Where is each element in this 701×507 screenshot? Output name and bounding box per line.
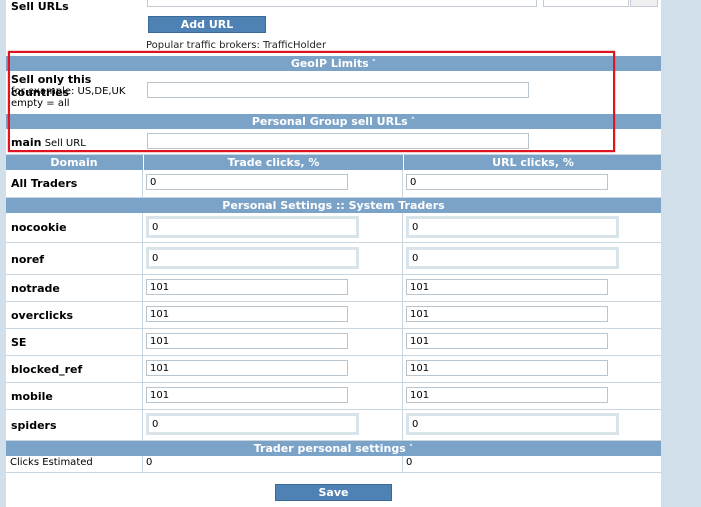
- table-row: spiders: [6, 410, 661, 441]
- row-label: notrade: [11, 282, 60, 295]
- all-traders-row: All Traders: [6, 170, 661, 198]
- url-clicks-input[interactable]: [406, 279, 608, 295]
- table-row: blocked_ref: [6, 356, 661, 383]
- all-traders-label: All Traders: [11, 177, 78, 190]
- highlight-box: [8, 51, 615, 152]
- trade-clicks-input[interactable]: [146, 216, 359, 238]
- trade-clicks-column-header: Trade clicks, %: [143, 155, 403, 170]
- traffic-brokers-text: Popular traffic brokers: TrafficHolder: [146, 40, 327, 51]
- sell-urls-row: Sell URLs Add URL Popular traffic broker…: [6, 0, 661, 58]
- table-row: notrade: [6, 275, 661, 302]
- url-clicks-input[interactable]: [406, 333, 608, 349]
- row-label: mobile: [11, 390, 53, 403]
- remove-url-button[interactable]: [630, 0, 658, 7]
- url-clicks-input[interactable]: [406, 306, 608, 322]
- url-clicks-column-header: URL clicks, %: [403, 155, 662, 170]
- system-traders-header: Personal Settings :: System Traders: [6, 198, 661, 213]
- trader-personal-title: Trader personal settings: [253, 442, 406, 455]
- sell-url-weight-input[interactable]: [543, 0, 629, 7]
- row-label: blocked_ref: [11, 363, 83, 376]
- url-clicks-input[interactable]: [406, 247, 619, 269]
- columns-header: Domain Trade clicks, % URL clicks, %: [6, 155, 661, 170]
- url-clicks-input[interactable]: [406, 216, 619, 238]
- table-row: noref: [6, 243, 661, 275]
- trade-clicks-input[interactable]: [146, 306, 348, 322]
- row-label: overclicks: [11, 309, 74, 322]
- clicks-estimated-url: 0: [406, 457, 413, 468]
- all-traders-url-input[interactable]: [406, 174, 608, 190]
- all-traders-trade-input[interactable]: [146, 174, 348, 190]
- trader-personal-header[interactable]: Trader personal settings ˅: [6, 441, 661, 456]
- trade-clicks-input[interactable]: [146, 333, 348, 349]
- row-label: nocookie: [11, 221, 67, 234]
- sell-url-input[interactable]: [147, 0, 537, 7]
- row-label: noref: [11, 253, 45, 266]
- trade-clicks-input[interactable]: [146, 247, 359, 269]
- system-traders-title: Personal Settings :: System Traders: [222, 199, 445, 212]
- url-clicks-input[interactable]: [406, 387, 608, 403]
- clicks-estimated-label: Clicks Estimated: [10, 457, 93, 468]
- url-clicks-input[interactable]: [406, 360, 608, 376]
- table-row: mobile: [6, 383, 661, 410]
- chevron-down-icon[interactable]: ˅: [409, 444, 414, 454]
- trade-clicks-input[interactable]: [146, 387, 348, 403]
- clicks-estimated-row: Clicks Estimated 0 0: [6, 456, 661, 473]
- table-row: SE: [6, 329, 661, 356]
- row-label: spiders: [11, 419, 57, 432]
- sell-urls-label: Sell URLs: [11, 0, 69, 13]
- table-row: nocookie: [6, 213, 661, 243]
- domain-column-header: Domain: [50, 156, 98, 169]
- url-clicks-input[interactable]: [406, 413, 619, 435]
- trade-clicks-input[interactable]: [146, 279, 348, 295]
- add-url-button[interactable]: Add URL: [148, 16, 266, 33]
- row-label: SE: [11, 336, 27, 349]
- save-button[interactable]: Save: [275, 484, 392, 501]
- trade-clicks-input[interactable]: [146, 413, 359, 435]
- table-row: overclicks: [6, 302, 661, 329]
- clicks-estimated-trade: 0: [146, 457, 153, 468]
- trade-clicks-input[interactable]: [146, 360, 348, 376]
